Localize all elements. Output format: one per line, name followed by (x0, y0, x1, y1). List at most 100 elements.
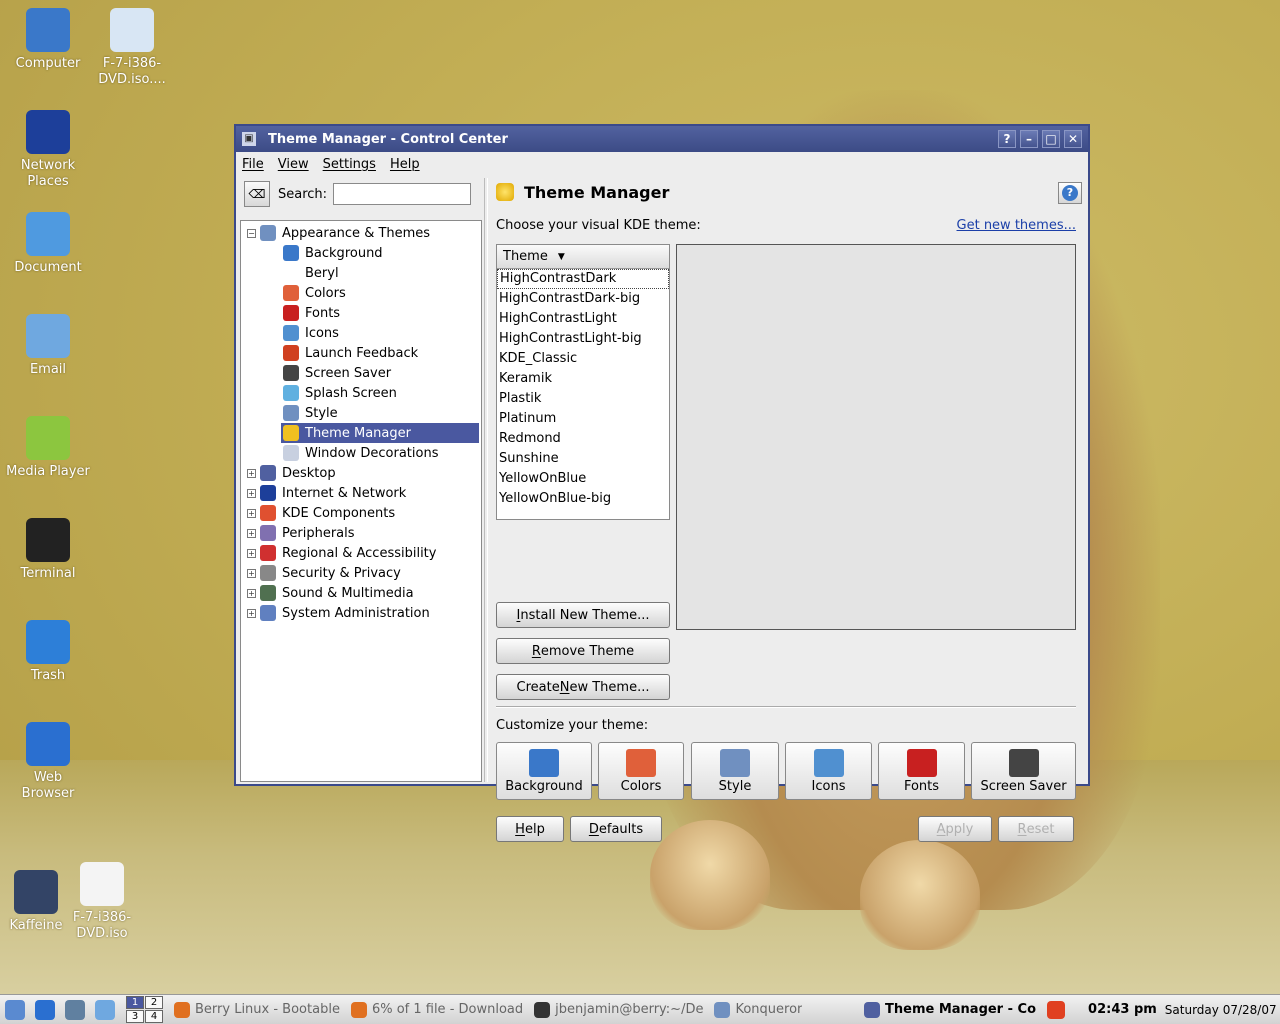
help-button[interactable]: Help (496, 816, 564, 842)
desktop-icon[interactable]: Computer (6, 8, 90, 72)
theme-list-item[interactable]: HighContrastLight (497, 309, 669, 329)
close-button[interactable]: ✕ (1064, 130, 1082, 148)
tray-clipboard-icon[interactable] (1047, 1000, 1066, 1019)
firefox-icon (350, 1001, 367, 1018)
title-bar[interactable]: ▣ Theme Manager - Control Center ? – □ ✕ (236, 126, 1088, 152)
desktop-icon[interactable]: F-7-i386-DVD.iso (60, 862, 144, 942)
tree-item[interactable]: Window Decorations (241, 443, 481, 463)
tree-item[interactable]: Splash Screen (241, 383, 481, 403)
desktop-icon[interactable]: F-7-i386-DVD.iso.... (90, 8, 174, 88)
tree-item[interactable]: Background (241, 243, 481, 263)
theme-list-item[interactable]: YellowOnBlue (497, 469, 669, 489)
taskbar-task[interactable]: Berry Linux - Bootable (169, 1001, 340, 1018)
tree-expander-icon[interactable]: + (247, 528, 256, 538)
tree-expander-icon[interactable]: + (247, 508, 256, 518)
search-input[interactable] (333, 183, 472, 205)
tree-item[interactable]: + Regional & Accessibility (241, 543, 481, 563)
theme-list-item[interactable]: Platinum (497, 409, 669, 429)
window-help-button[interactable]: ? (998, 130, 1016, 148)
tree-item[interactable]: + Sound & Multimedia (241, 583, 481, 603)
create-new-theme-button[interactable]: Create New Theme... (496, 674, 670, 700)
taskbar-task[interactable]: 6% of 1 file - Download (346, 1001, 523, 1018)
tree-expander-icon[interactable]: + (247, 568, 256, 578)
maximize-button[interactable]: □ (1042, 130, 1060, 148)
menu-settings[interactable]: Settings (323, 157, 376, 172)
web-browser-icon[interactable] (35, 999, 55, 1020)
defaults-button[interactable]: Defaults (570, 816, 662, 842)
tree-item[interactable]: Icons (241, 323, 481, 343)
theme-list-item[interactable]: HighContrastLight-big (497, 329, 669, 349)
desktop-icon[interactable]: Email (6, 314, 90, 378)
home-icon[interactable] (65, 999, 85, 1020)
menu-file[interactable]: File (242, 157, 264, 172)
theme-list-item[interactable]: HighContrastDark-big (497, 289, 669, 309)
taskbar-task[interactable]: Konqueror (709, 1001, 802, 1018)
tree-item[interactable]: + Desktop (241, 463, 481, 483)
minimize-button[interactable]: – (1020, 130, 1038, 148)
task-theme-manager[interactable]: Theme Manager - Co (859, 1001, 1036, 1018)
module-help-button[interactable]: ? (1058, 182, 1082, 204)
pager-desktop[interactable]: 1 (126, 996, 144, 1009)
customize-style-button[interactable]: Style (691, 742, 779, 800)
theme-list-item[interactable]: Redmond (497, 429, 669, 449)
desktop-icon[interactable]: Web Browser (6, 722, 90, 802)
tree-item[interactable]: + KDE Components (241, 503, 481, 523)
desktop-icon[interactable]: Network Places (6, 110, 90, 190)
tree-item[interactable]: Fonts (241, 303, 481, 323)
tree-item[interactable]: Colors (241, 283, 481, 303)
tree-item[interactable]: + Internet & Network (241, 483, 481, 503)
theme-list-item[interactable]: KDE_Classic (497, 349, 669, 369)
apply-button[interactable]: Apply (918, 816, 992, 842)
tree-expander-icon[interactable]: − (247, 228, 256, 238)
pane-splitter[interactable] (484, 178, 488, 782)
clear-search-icon[interactable]: ⌫ (244, 181, 270, 207)
clock-time[interactable]: 02:43 pm (1088, 1002, 1157, 1017)
window-menu-icon[interactable]: ▣ (242, 132, 256, 146)
tree-item[interactable]: Style (241, 403, 481, 423)
tree-expander-icon[interactable]: + (247, 468, 256, 478)
pager-desktop[interactable]: 2 (145, 996, 163, 1009)
install-new-theme-button[interactable]: Install New Theme... (496, 602, 670, 628)
customize-fonts-button[interactable]: Fonts (878, 742, 965, 800)
desktop-icon[interactable]: Terminal (6, 518, 90, 582)
menu-view[interactable]: View (278, 157, 309, 172)
theme-column-header[interactable]: Theme ▼ (497, 245, 669, 269)
pager-desktop[interactable]: 4 (145, 1010, 163, 1023)
email-icon[interactable] (95, 999, 115, 1020)
customize-screen-saver-button[interactable]: Screen Saver (971, 742, 1076, 800)
tree-item[interactable]: + Security & Privacy (241, 563, 481, 583)
screen-saver-icon (283, 365, 299, 381)
menu-help[interactable]: Help (390, 157, 420, 172)
kde-menu-icon[interactable] (5, 999, 25, 1020)
theme-list-item[interactable]: Keramik (497, 369, 669, 389)
customize-icons-button[interactable]: Icons (785, 742, 872, 800)
tree-item[interactable]: Screen Saver (241, 363, 481, 383)
customize-colors-button[interactable]: Colors (598, 742, 684, 800)
get-new-themes-link[interactable]: Get new themes... (957, 218, 1076, 233)
tree-item[interactable]: + Peripherals (241, 523, 481, 543)
tree-expander-icon[interactable]: + (247, 588, 256, 598)
appearance-icon (260, 225, 276, 241)
tree-item[interactable]: Beryl (241, 263, 481, 283)
tree-expander-icon[interactable]: + (247, 488, 256, 498)
taskbar-task[interactable]: jbenjamin@berry:~/De (529, 1001, 703, 1018)
theme-list-item[interactable]: Plastik (497, 389, 669, 409)
globe-icon (26, 110, 70, 154)
customize-background-button[interactable]: Background (496, 742, 592, 800)
tree-item[interactable]: − Appearance & Themes (241, 223, 481, 243)
remove-theme-button[interactable]: Remove Theme (496, 638, 670, 664)
desktop-icon[interactable]: Document (6, 212, 90, 276)
reset-button[interactable]: Reset (998, 816, 1074, 842)
theme-list-item[interactable]: HighContrastDark (497, 269, 669, 289)
desktop-icon[interactable]: Media Player (6, 416, 90, 480)
tree-item[interactable]: Launch Feedback (241, 343, 481, 363)
tree-expander-icon[interactable]: + (247, 608, 256, 618)
desktop-icon[interactable]: Trash (6, 620, 90, 684)
theme-list-item[interactable]: YellowOnBlue-big (497, 489, 669, 509)
tree-item[interactable]: Theme Manager (281, 423, 479, 443)
tree-expander-icon[interactable]: + (247, 548, 256, 558)
tree-item-label: Style (305, 405, 338, 421)
pager-desktop[interactable]: 3 (126, 1010, 144, 1023)
tree-item[interactable]: + System Administration (241, 603, 481, 623)
theme-list-item[interactable]: Sunshine (497, 449, 669, 469)
